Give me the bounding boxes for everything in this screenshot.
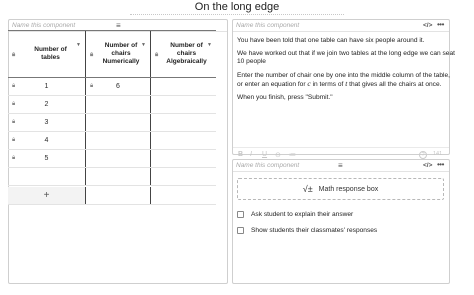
lock-icon[interactable]: 🔒︎ (12, 155, 15, 162)
prompt-text[interactable]: You have been told that one table can ha… (237, 37, 455, 107)
panel-header: Name this component ≡ </> ••• (233, 160, 449, 172)
lock-icon[interactable]: 🔒︎ (12, 83, 15, 90)
prompt-paragraph: We have worked out that if we join two t… (237, 50, 455, 66)
table-cell[interactable] (151, 132, 216, 149)
code-icon[interactable]: </> (423, 20, 432, 32)
link-icon[interactable]: ⊖ (275, 151, 281, 159)
table-cell[interactable]: 🔒︎ 1 (8, 78, 86, 95)
text-component-panel: Name this component </> ••• You have bee… (232, 19, 455, 159)
table-cell[interactable]: 🔒︎ 2 (8, 96, 86, 113)
title-divider (130, 14, 344, 15)
component-name-field[interactable]: Name this component (236, 160, 299, 172)
lock-icon[interactable]: 🔒︎ (12, 51, 15, 59)
table-cell[interactable] (151, 168, 216, 185)
math-response-label: Math response box (318, 185, 379, 193)
more-options-icon[interactable]: ••• (437, 159, 444, 171)
lock-icon[interactable]: 🔒︎ (12, 101, 15, 108)
option-explain-answer[interactable]: Ask student to explain their answer (237, 209, 353, 219)
table-cell[interactable] (151, 150, 216, 167)
more-options-icon[interactable]: ••• (437, 19, 444, 31)
column-header-tables[interactable]: 🔒︎ Number of tables ▼ (8, 31, 86, 77)
lock-icon[interactable]: 🔒︎ (90, 83, 93, 90)
code-icon[interactable]: </> (423, 160, 432, 172)
lock-icon[interactable]: 🔒︎ (12, 119, 15, 126)
table-cell[interactable]: 🔒︎ 4 (8, 132, 86, 149)
table-row (8, 168, 216, 186)
math-response-box[interactable]: √± Math response box (237, 178, 444, 200)
lock-icon[interactable]: 🔒︎ (12, 137, 15, 144)
table-row: 🔒︎ 1 🔒︎ 6 (8, 78, 216, 96)
underline-button[interactable]: U (262, 151, 267, 158)
table-row: 🔒︎ 2 (8, 96, 216, 114)
table-row: 🔒︎ 5 (8, 150, 216, 168)
math-component-panel: Name this component ≡ </> ••• √± Math re… (232, 159, 450, 284)
chevron-down-icon[interactable]: ▼ (76, 41, 81, 49)
math-symbol-icon: √± (302, 184, 313, 194)
table-cell[interactable]: 🔒︎ 3 (8, 114, 86, 131)
list-icon[interactable]: ≔ (289, 151, 296, 159)
table-cell[interactable] (86, 96, 151, 113)
checkbox[interactable] (237, 226, 244, 234)
table-cell[interactable] (151, 78, 216, 95)
help-icon[interactable]: ? (419, 151, 427, 159)
table-body: 🔒︎ 1 🔒︎ 6 🔒︎ 2 🔒︎ 3 🔒︎ 4 🔒︎ 5 (8, 78, 216, 186)
table-cell[interactable] (86, 150, 151, 167)
table-row: 🔒︎ 3 (8, 114, 216, 132)
option-show-classmates[interactable]: Show students their classmates' response… (237, 225, 377, 235)
page-title: On the long edge (194, 1, 280, 13)
prompt-paragraph: Enter the number of chair one by one int… (237, 71, 450, 88)
column-header-numerically[interactable]: 🔒︎ Number of chairs Numerically ▼ (86, 31, 151, 77)
character-count: 141 (433, 151, 443, 157)
table-cell[interactable] (86, 168, 151, 185)
component-name-field[interactable]: Name this component (236, 20, 299, 32)
table-cell[interactable] (151, 114, 216, 131)
chevron-down-icon[interactable]: ▼ (207, 41, 212, 49)
lock-icon[interactable]: 🔒︎ (155, 51, 158, 59)
option-label: Show students their classmates' response… (251, 226, 378, 234)
prompt-paragraph: When you finish, press "Submit." (237, 94, 333, 102)
table-header-row: 🔒︎ Number of tables ▼ 🔒︎ Number of chair… (8, 30, 216, 78)
table-cell[interactable] (151, 96, 216, 113)
prompt-paragraph: You have been told that one table can ha… (237, 37, 425, 44)
table-cell[interactable] (86, 132, 151, 149)
table-cell[interactable] (8, 168, 86, 185)
lock-icon[interactable]: 🔒︎ (90, 51, 93, 59)
add-row-button[interactable]: + (8, 187, 86, 204)
checkbox[interactable] (237, 210, 244, 218)
chevron-down-icon[interactable]: ▼ (141, 41, 146, 49)
option-label: Ask student to explain their answer (251, 210, 354, 218)
panel-header: Name this component </> ••• (233, 20, 449, 32)
table-cell[interactable] (86, 114, 151, 131)
table-cell[interactable]: 🔒︎ 5 (8, 150, 86, 167)
column-header-algebraically[interactable]: 🔒︎ Number of chairs Algebraically ▼ (151, 31, 216, 77)
table-row: 🔒︎ 4 (8, 132, 216, 150)
add-row-bar: + (8, 187, 216, 205)
hamburger-icon[interactable]: ≡ (338, 160, 343, 172)
add-row-spacer (86, 187, 151, 204)
italic-button[interactable]: I (250, 151, 252, 158)
table-cell[interactable]: 🔒︎ 6 (86, 78, 151, 95)
bold-button[interactable]: B (238, 151, 243, 158)
